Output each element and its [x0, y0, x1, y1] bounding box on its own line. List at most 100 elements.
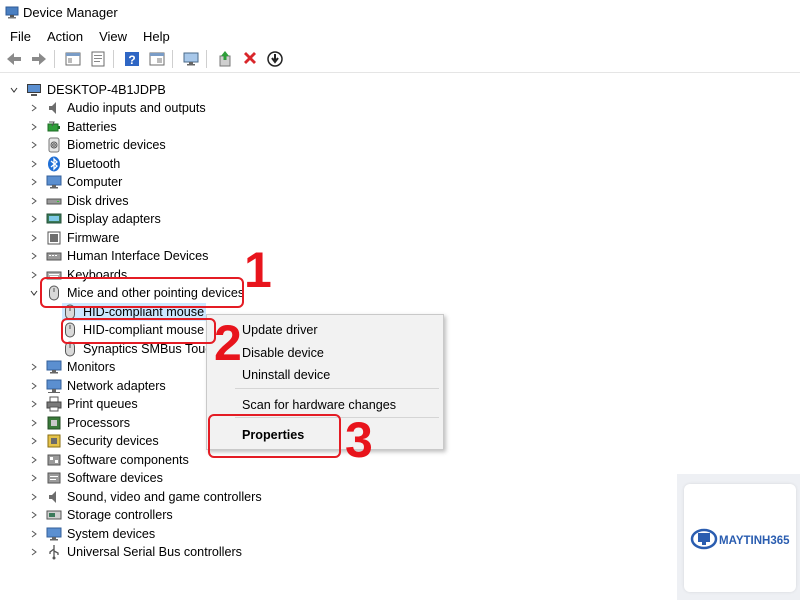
update-driver-icon[interactable] [214, 48, 236, 70]
chevron-right-icon[interactable] [28, 121, 40, 133]
tree-item-disk-drives[interactable]: Disk drives [28, 192, 129, 210]
tree-label: Disk drives [67, 194, 129, 208]
bluetooth-icon [46, 156, 62, 172]
chevron-right-icon[interactable] [28, 528, 40, 540]
storage-controller-icon [46, 507, 62, 523]
tree-item-print-queues[interactable]: Print queues [28, 395, 138, 413]
chevron-right-icon[interactable] [28, 250, 40, 262]
annotation-box-mice [40, 277, 244, 308]
tree-item-hid[interactable]: Human Interface Devices [28, 247, 208, 265]
properties-sheet-icon[interactable] [87, 48, 109, 70]
toolbar-separator [172, 50, 173, 68]
tree-item-software-components[interactable]: Software components [28, 451, 189, 469]
chevron-right-icon[interactable] [28, 472, 40, 484]
help-icon[interactable]: ? [121, 48, 143, 70]
tree-item-biometric[interactable]: Biometric devices [28, 136, 166, 154]
chevron-right-icon[interactable] [28, 195, 40, 207]
menu-help[interactable]: Help [135, 29, 178, 44]
toolbar-separator [54, 50, 55, 68]
tree-label: Network adapters [67, 379, 166, 393]
menu-item-uninstall-device[interactable]: Uninstall device [242, 368, 330, 382]
chevron-right-icon[interactable] [28, 380, 40, 392]
chevron-right-icon[interactable] [28, 398, 40, 410]
tree-item-computer[interactable]: Computer [28, 173, 122, 191]
tree-label: Storage controllers [67, 508, 173, 522]
tree-label: Display adapters [67, 212, 161, 226]
tree-item-monitors[interactable]: Monitors [28, 358, 115, 376]
chevron-right-icon[interactable] [28, 213, 40, 225]
tree-item-usb[interactable]: Universal Serial Bus controllers [28, 543, 242, 561]
hid-icon [46, 248, 62, 264]
window-title: Device Manager [23, 4, 118, 20]
chevron-right-icon[interactable] [28, 491, 40, 503]
fingerprint-icon [46, 137, 62, 153]
printer-icon [46, 396, 62, 412]
annotation-box-hid-mouse [61, 318, 216, 344]
back-icon[interactable] [3, 48, 25, 70]
tree-item-software-devices[interactable]: Software devices [28, 469, 163, 487]
tree-item-network[interactable]: Network adapters [28, 377, 166, 395]
tree-item-sound-video[interactable]: Sound, video and game controllers [28, 488, 262, 506]
chevron-right-icon[interactable] [28, 417, 40, 429]
tree-item-processors[interactable]: Processors [28, 414, 130, 432]
maytinh365-logo: MAYTINH365 [689, 522, 793, 556]
toolbar: ? [0, 46, 800, 73]
annotation-number-2: 2 [214, 315, 242, 371]
chevron-right-icon[interactable] [28, 361, 40, 373]
chevron-right-icon[interactable] [28, 509, 40, 521]
tree-root[interactable]: DESKTOP-4B1JDPB [8, 81, 166, 99]
chevron-right-icon[interactable] [28, 269, 40, 281]
menu-item-update-driver[interactable]: Update driver [242, 323, 318, 337]
annotation-number-3: 3 [345, 412, 373, 468]
show-hide-console-tree-icon[interactable] [62, 48, 84, 70]
menu-file[interactable]: File [0, 29, 39, 44]
tree-item-display-adapters[interactable]: Display adapters [28, 210, 161, 228]
tree-label: Security devices [67, 434, 159, 448]
chevron-right-icon[interactable] [28, 232, 40, 244]
speaker-icon [46, 489, 62, 505]
title-bar: Device Manager [0, 0, 800, 24]
tree-item-bluetooth[interactable]: Bluetooth [28, 155, 120, 173]
tree-item-system-devices[interactable]: System devices [28, 525, 155, 543]
tree-label: Biometric devices [67, 138, 166, 152]
chevron-right-icon[interactable] [28, 546, 40, 558]
tree-label: Computer [67, 175, 123, 189]
toolbar-separator [206, 50, 207, 68]
chevron-right-icon[interactable] [28, 454, 40, 466]
tree-label: Human Interface Devices [67, 249, 209, 263]
tree-label: Firmware [67, 231, 120, 245]
menu-item-disable-device[interactable]: Disable device [242, 346, 324, 360]
tree-label: Software components [67, 453, 189, 467]
menu-item-scan-hardware[interactable]: Scan for hardware changes [242, 398, 396, 412]
disk-drive-icon [46, 193, 62, 209]
tree-label: Monitors [67, 360, 116, 374]
menu-separator [235, 388, 439, 389]
chevron-right-icon[interactable] [28, 176, 40, 188]
chevron-down-icon[interactable] [28, 287, 40, 299]
tree-item-storage-controllers[interactable]: Storage controllers [28, 506, 173, 524]
tree-item-security[interactable]: Security devices [28, 432, 159, 450]
menu-bar: File Action View Help [0, 26, 178, 46]
chevron-right-icon[interactable] [28, 139, 40, 151]
tree-label: Audio inputs and outputs [67, 101, 206, 115]
tree-label: Batteries [67, 120, 117, 134]
tree-item-audio[interactable]: Audio inputs and outputs [28, 99, 206, 117]
computer-icon [26, 82, 42, 98]
toolbar-separator [113, 50, 114, 68]
tree-label: Bluetooth [67, 157, 121, 171]
chevron-down-icon[interactable] [8, 84, 20, 96]
menu-view[interactable]: View [91, 29, 135, 44]
tree-item-firmware[interactable]: Firmware [28, 229, 119, 247]
chevron-right-icon[interactable] [28, 435, 40, 447]
console-view-icon[interactable] [146, 48, 168, 70]
disable-device-icon[interactable] [264, 48, 286, 70]
chevron-right-icon[interactable] [28, 102, 40, 114]
tree-label: Sound, video and game controllers [67, 490, 262, 504]
chevron-right-icon[interactable] [28, 158, 40, 170]
forward-icon[interactable] [28, 48, 50, 70]
menu-action[interactable]: Action [39, 29, 91, 44]
monitor-scan-icon[interactable] [180, 48, 202, 70]
firmware-chip-icon [46, 230, 62, 246]
tree-item-batteries[interactable]: Batteries [28, 118, 117, 136]
uninstall-icon[interactable] [239, 48, 261, 70]
